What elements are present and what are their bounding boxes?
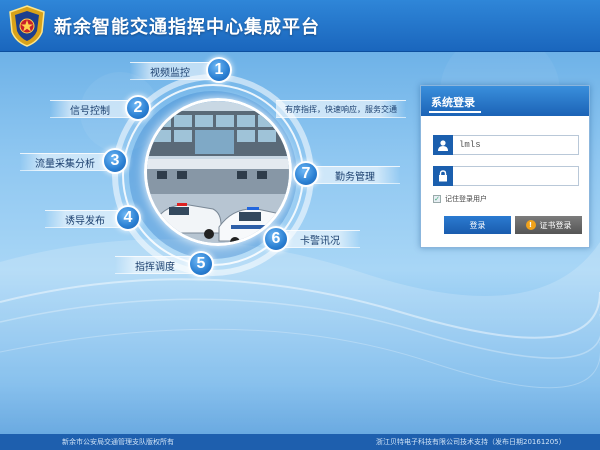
menu-number-3[interactable]: 3	[102, 148, 128, 174]
login-button[interactable]: 登录	[444, 216, 511, 234]
login-button-label: 登录	[469, 220, 486, 230]
login-title: 系统登录	[431, 96, 475, 109]
menu-item-guidance-release[interactable]: 诱导发布	[45, 210, 125, 228]
menu-label: 勤务管理	[335, 171, 375, 183]
menu-label: 流量采集分析	[35, 158, 95, 170]
menu-item-signal-control[interactable]: 信号控制	[50, 100, 130, 118]
menu-item-command-dispatch[interactable]: 指挥调度	[115, 256, 195, 274]
remember-label: 记住登录用户	[445, 195, 487, 203]
login-title-underline	[429, 111, 481, 113]
cert-login-label: 证书登录	[539, 220, 572, 230]
app-title: 新余智能交通指挥中心集成平台	[54, 17, 320, 38]
cert-login-button[interactable]: ! 证书登录	[515, 216, 582, 234]
menu-item-alert-status[interactable]: 卡警讯况	[280, 230, 360, 248]
menu-number-1[interactable]: 1	[206, 57, 232, 83]
user-icon	[433, 135, 453, 155]
lock-icon	[433, 166, 453, 186]
menu-item-video-monitoring[interactable]: 视频监控	[130, 62, 210, 80]
menu-label: 信号控制	[70, 105, 110, 117]
menu-label: 视频监控	[150, 67, 190, 79]
password-row	[433, 166, 579, 186]
menu-label: 诱导发布	[65, 215, 105, 227]
certificate-icon: !	[525, 220, 536, 230]
menu-number-6[interactable]: 6	[263, 226, 289, 252]
app-header: 新余智能交通指挥中心集成平台	[0, 0, 600, 52]
remember-row[interactable]: ✓ 记住登录用户	[433, 194, 487, 204]
username-row	[433, 135, 579, 155]
remember-checkbox[interactable]: ✓	[433, 195, 441, 203]
username-input[interactable]	[453, 135, 579, 155]
password-input[interactable]	[453, 166, 579, 186]
command-center-photo	[144, 98, 292, 246]
slogan-text: 有序指挥，快速响应，服务交通	[276, 100, 406, 118]
footer: 新余市公安局交通管理支队版权所有 浙江贝特电子科技有限公司技术支持（发布日期20…	[0, 434, 600, 450]
police-badge-icon	[9, 5, 45, 47]
menu-label: 卡警讯况	[300, 235, 340, 247]
footer-copyright: 新余市公安局交通管理支队版权所有	[62, 438, 174, 446]
menu-label: 指挥调度	[135, 261, 175, 273]
login-header: 系统登录	[421, 86, 589, 116]
menu-item-traffic-analysis[interactable]: 流量采集分析	[20, 153, 110, 171]
footer-support: 浙江贝特电子科技有限公司技术支持（发布日期20161205）	[376, 438, 566, 446]
login-panel: 系统登录 ✓ 记住登录用户 登录 ! 证书登录	[420, 85, 590, 248]
menu-number-4[interactable]: 4	[115, 205, 141, 231]
menu-number-2[interactable]: 2	[125, 95, 151, 121]
menu-number-5[interactable]: 5	[188, 251, 214, 277]
menu-number-7[interactable]: 7	[293, 161, 319, 187]
menu-item-duty-management[interactable]: 勤务管理	[310, 166, 400, 184]
